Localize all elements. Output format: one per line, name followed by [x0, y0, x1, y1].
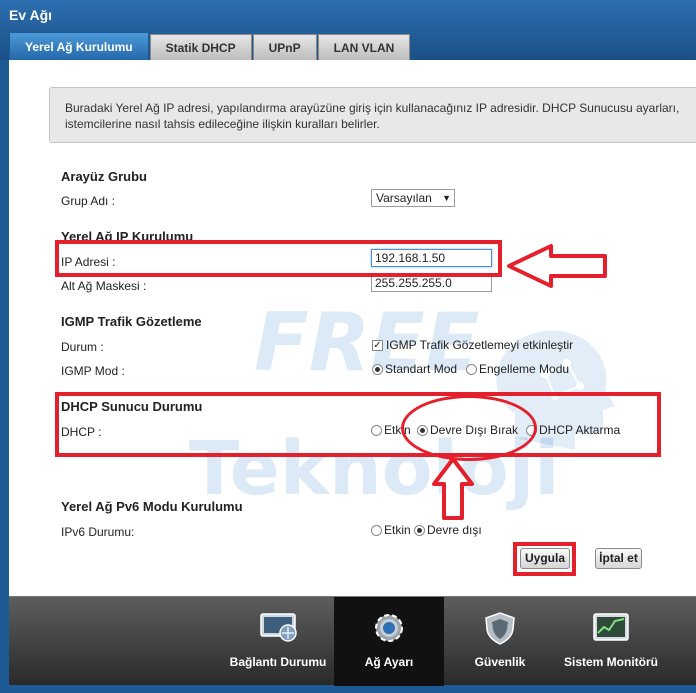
ipv6-disable-label: Devre dışı [427, 523, 482, 537]
annotation-arrow-left-icon [507, 244, 607, 288]
network-settings-gear-icon [375, 614, 403, 642]
subnet-mask-label: Alt Ağ Maskesi : [61, 279, 147, 293]
info-box: Buradaki Yerel Ağ IP adresi, yapılandırm… [49, 87, 696, 143]
igmp-mode-blocking-radio[interactable]: Engelleme Modu [466, 362, 569, 376]
interface-group-title: Arayüz Grubu [61, 169, 147, 184]
radio-selected-icon [372, 363, 383, 375]
annotation-arrow-up-icon [432, 457, 474, 520]
checkbox-checked-icon: ✓ [372, 339, 383, 351]
radio-unselected-icon [466, 363, 477, 375]
ipv6-enable-radio[interactable]: Etkin [371, 523, 411, 537]
system-monitor-icon [593, 613, 629, 641]
igmp-status-label: Durum : [61, 340, 104, 354]
igmp-mode-standard-radio[interactable]: Standart Mod [372, 362, 457, 376]
nav-connection-status[interactable]: Bağlantı Durumu [223, 597, 333, 686]
annotation-dhcp-highlight [55, 392, 661, 457]
annotation-apply-highlight [513, 542, 576, 576]
connection-status-icon [260, 613, 297, 642]
igmp-mode-blocking-label: Engelleme Modu [479, 362, 570, 376]
bottom-navigation: Bağlantı Durumu Ağ Ayarı Güvenlik Sistem… [9, 596, 696, 686]
nav-network-settings[interactable]: Ağ Ayarı [334, 597, 444, 686]
group-name-label: Grup Adı : [61, 194, 116, 208]
nav-security-label: Güvenlik [474, 655, 526, 669]
tab-lan-vlan[interactable]: LAN VLAN [317, 34, 411, 60]
annotation-ip-highlight [55, 240, 502, 277]
chevron-down-icon: ▼ [442, 193, 451, 203]
group-name-value: Varsayılan [376, 191, 432, 205]
nav-connection-status-label: Bağlantı Durumu [229, 655, 327, 669]
nav-network-settings-label: Ağ Ayarı [364, 655, 414, 669]
igmp-snooping-title: IGMP Trafik Gözetleme [61, 314, 202, 329]
ipv6-enable-label: Etkin [384, 523, 411, 537]
security-shield-icon [485, 612, 515, 645]
group-name-select[interactable]: Varsayılan ▼ [371, 189, 455, 207]
radio-unselected-icon [371, 524, 382, 536]
igmp-enable-checkbox[interactable]: ✓ IGMP Trafik Gözetlemeyi etkinleştir [372, 338, 573, 352]
igmp-mode-standard-label: Standart Mod [385, 362, 458, 376]
tab-lan-setup[interactable]: Yerel Ağ Kurulumu [9, 32, 149, 60]
ipv6-setup-title: Yerel Ağ Pv6 Modu Kurulumu [61, 499, 243, 514]
tab-bar: Yerel Ağ Kurulumu Statik DHCP UPnP LAN V… [9, 32, 411, 60]
nav-system-monitor[interactable]: Sistem Monitörü [556, 597, 666, 686]
igmp-mode-label: IGMP Mod : [61, 364, 125, 378]
info-text-line2: istemcilerine nasıl tahsis edileceğine i… [65, 117, 380, 131]
app-title: Ev Ağı [9, 7, 53, 23]
tab-upnp[interactable]: UPnP [252, 34, 317, 60]
igmp-enable-label: IGMP Trafik Gözetlemeyi etkinleştir [386, 338, 574, 352]
tab-static-dhcp[interactable]: Statik DHCP [149, 34, 252, 60]
ipv6-disable-radio[interactable]: Devre dışı [414, 523, 482, 537]
annotation-dhcp-disable-circle [401, 395, 537, 461]
app-header: Ev Ağı Yerel Ağ Kurulumu Statik DHCP UPn… [0, 0, 696, 60]
cancel-button[interactable]: İptal et [595, 548, 642, 569]
ipv6-status-label: IPv6 Durumu: [61, 525, 135, 539]
content-panel: FREE Teknoloji Buradaki Yerel Ağ IP adre… [9, 60, 696, 596]
info-text-line1: Buradaki Yerel Ağ IP adresi, yapılandırm… [65, 101, 680, 115]
nav-system-monitor-label: Sistem Monitörü [563, 655, 658, 669]
radio-selected-icon [414, 524, 425, 536]
nav-security[interactable]: Güvenlik [445, 597, 555, 686]
